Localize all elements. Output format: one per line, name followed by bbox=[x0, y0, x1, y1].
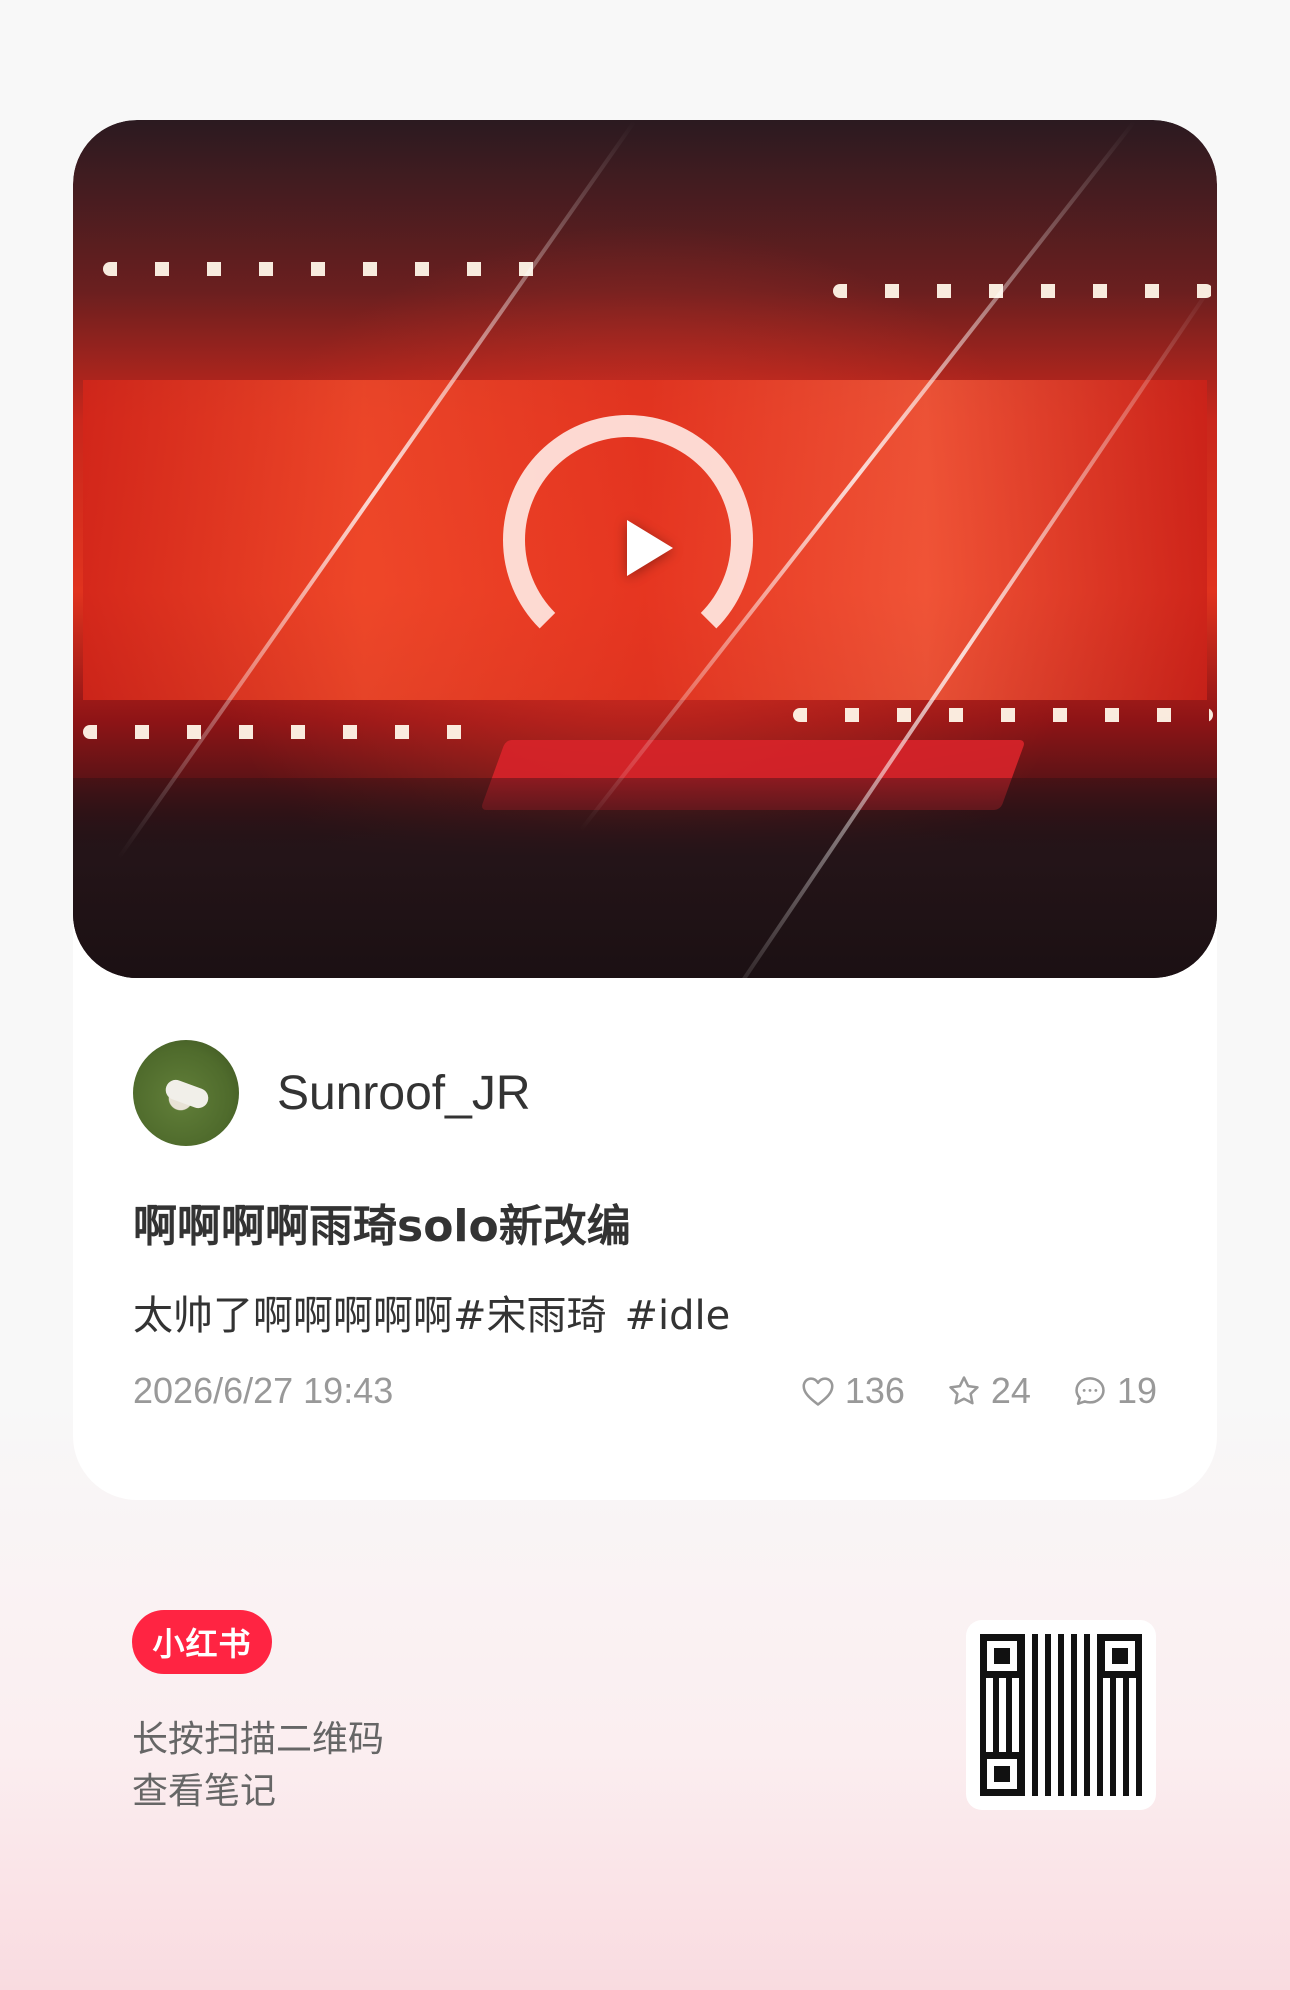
scan-hint-line1: 长按扫描二维码 bbox=[132, 1719, 385, 1760]
crowd bbox=[73, 778, 1217, 978]
play-icon[interactable] bbox=[627, 520, 673, 576]
hashtag-link[interactable]: #idle bbox=[625, 1293, 731, 1339]
post-timestamp: 2026/6/27 19:43 bbox=[133, 1370, 394, 1411]
author-name[interactable]: Sunroof_JR bbox=[277, 1066, 530, 1121]
note-card: Sunroof_JR 啊啊啊啊雨琦solo新改编 太帅了啊啊啊啊啊#宋雨琦 #id… bbox=[73, 120, 1217, 1500]
author-row[interactable]: Sunroof_JR bbox=[133, 1040, 530, 1146]
stage-lights bbox=[83, 725, 483, 739]
scan-hint-line2: 查看笔记 bbox=[132, 1771, 277, 1812]
qr-finder bbox=[980, 1752, 1024, 1796]
star-icon bbox=[949, 1376, 979, 1405]
description-text: 太帅了啊啊啊啊啊#宋雨琦 bbox=[133, 1293, 607, 1339]
comment-icon bbox=[1075, 1377, 1105, 1405]
post-title: 啊啊啊啊雨琦solo新改编 bbox=[133, 1201, 631, 1252]
qr-code[interactable] bbox=[966, 1620, 1156, 1810]
like-stat[interactable]: 136 bbox=[799, 1370, 905, 1412]
heart-icon bbox=[802, 1377, 834, 1406]
comment-count: 19 bbox=[1116, 1370, 1157, 1411]
qr-pattern bbox=[980, 1634, 1142, 1796]
post-stats: 136 24 19 bbox=[759, 1370, 1157, 1412]
brand-logo: 小红书 bbox=[132, 1610, 272, 1674]
scan-hint: 长按扫描二维码 查看笔记 bbox=[132, 1714, 384, 1818]
video-thumbnail[interactable] bbox=[73, 120, 1217, 978]
stage-lights bbox=[793, 708, 1213, 722]
comment-stat[interactable]: 19 bbox=[1071, 1370, 1157, 1412]
favorite-stat[interactable]: 24 bbox=[945, 1370, 1031, 1412]
post-meta: 2026/6/27 19:43 136 24 19 bbox=[133, 1370, 1157, 1412]
qr-finder bbox=[980, 1634, 1024, 1678]
avatar[interactable] bbox=[133, 1040, 239, 1146]
stage-lights bbox=[833, 284, 1213, 298]
like-count: 136 bbox=[844, 1370, 905, 1411]
qr-finder bbox=[1098, 1634, 1142, 1678]
favorite-count: 24 bbox=[990, 1370, 1031, 1411]
stage-lights bbox=[103, 262, 543, 276]
post-description: 太帅了啊啊啊啊啊#宋雨琦 #idle bbox=[133, 1283, 730, 1341]
